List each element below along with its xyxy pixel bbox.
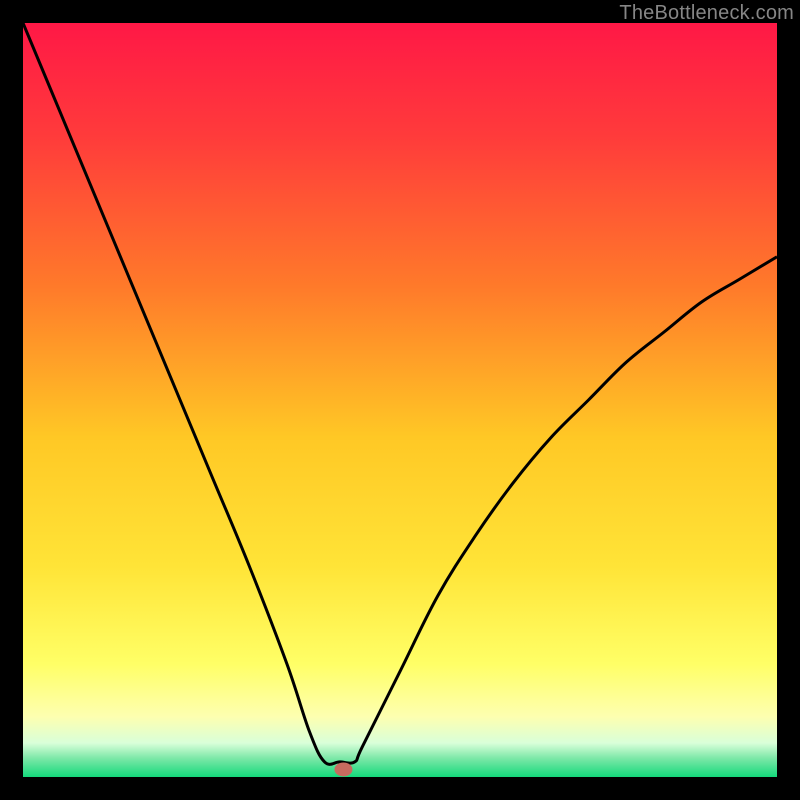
watermark-text: TheBottleneck.com [619, 2, 794, 25]
bottleneck-chart [23, 23, 777, 777]
optimal-point-marker [334, 762, 352, 776]
chart-frame [23, 23, 777, 777]
chart-background-gradient [23, 23, 777, 777]
